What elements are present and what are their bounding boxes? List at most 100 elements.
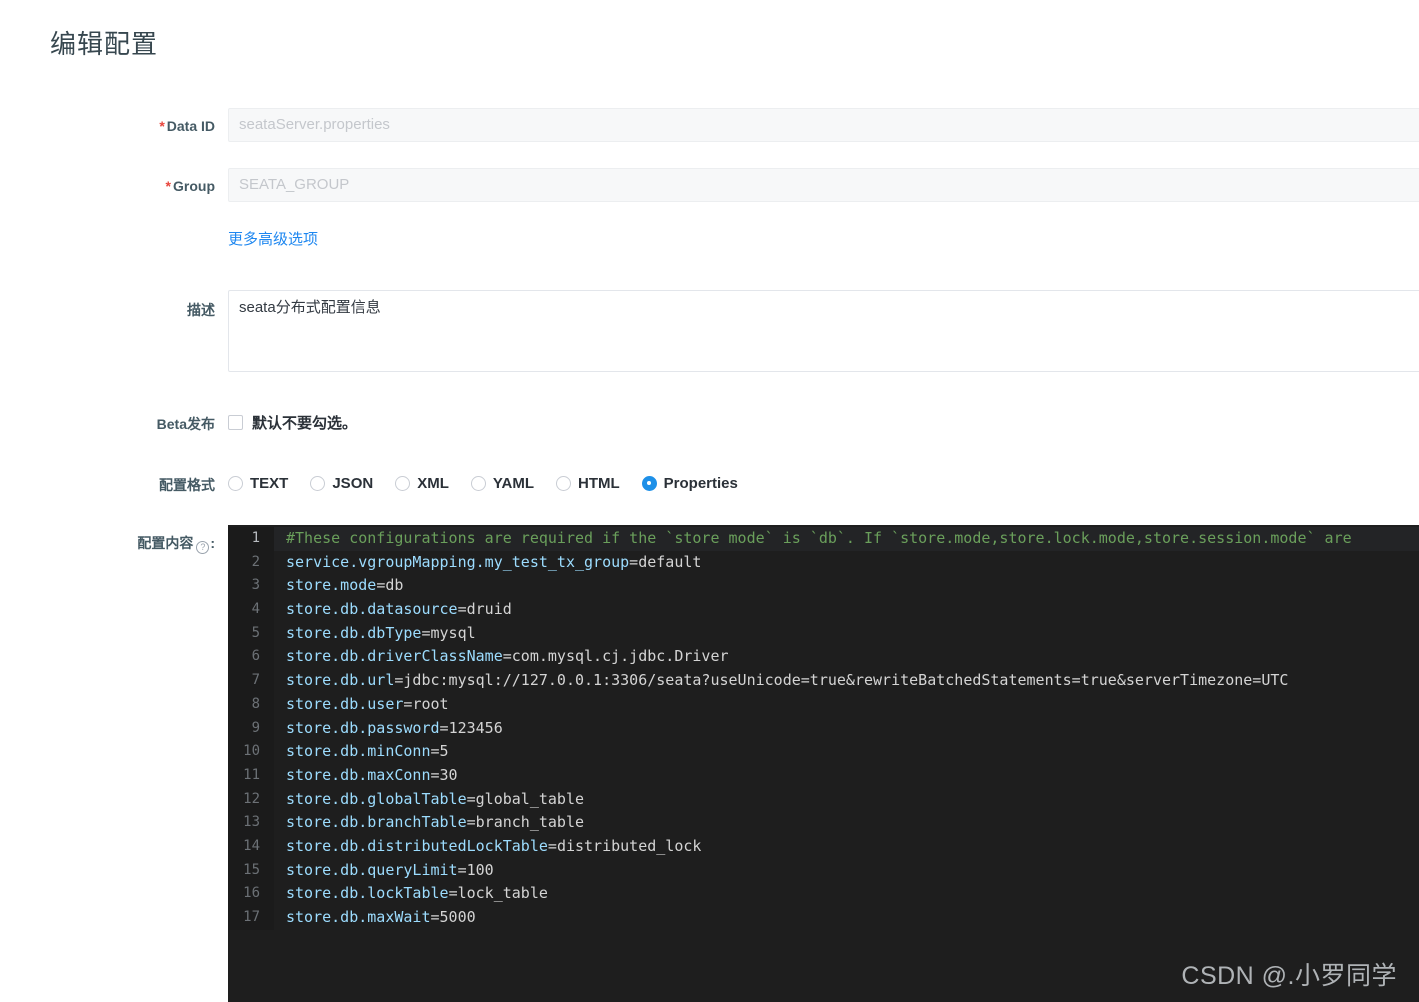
code-line[interactable]: 16 store.db.lockTable=lock_table: [228, 882, 1419, 906]
form-row-beta: Beta发布 默认不要勾选。: [0, 412, 1419, 434]
line-number: 15: [228, 858, 274, 883]
format-radio-json[interactable]: JSON: [310, 475, 373, 492]
code-key: service.vgroupMapping.my_test_tx_group: [286, 552, 630, 571]
line-number: 16: [228, 882, 274, 906]
code-equals: =: [448, 884, 458, 903]
code-line-text[interactable]: store.db.branchTable=branch_table: [274, 811, 584, 835]
code-line[interactable]: 4 store.db.datasource=druid: [228, 598, 1419, 622]
code-equals: =: [439, 718, 449, 737]
format-radio-properties[interactable]: Properties: [641, 474, 738, 492]
code-line-text[interactable]: store.db.maxWait=5000: [274, 906, 476, 930]
code-line-text[interactable]: store.db.password=123456: [274, 717, 503, 741]
line-number: 8: [228, 692, 274, 717]
format-radio-label: Properties: [663, 474, 738, 492]
code-line-text[interactable]: store.db.url=jdbc:mysql://127.0.0.1:3306…: [274, 669, 1288, 693]
code-value: db: [385, 576, 404, 595]
code-equals: =: [376, 576, 386, 595]
group-label-text: Group: [173, 178, 215, 194]
code-key: store.db.user: [286, 694, 404, 713]
beta-checkbox-wrap[interactable]: 默认不要勾选。: [228, 412, 1419, 432]
form-row-data-id: * Data ID seataServer.properties: [0, 108, 1419, 142]
code-line[interactable]: 14 store.db.distributedLockTable=distribu…: [228, 834, 1419, 859]
code-line[interactable]: 13 store.db.branchTable=branch_table: [228, 811, 1419, 835]
radio-dot-icon[interactable]: [395, 475, 411, 491]
code-lines[interactable]: 1 #These configurations are required if t…: [228, 525, 1419, 930]
beta-field-wrap: 默认不要勾选。: [228, 412, 1419, 432]
code-line-text[interactable]: store.db.distributedLockTable=distribute…: [274, 835, 701, 859]
code-line-text[interactable]: store.db.driverClassName=com.mysql.cj.jd…: [274, 645, 729, 669]
line-number: 13: [228, 811, 274, 835]
format-radio-label: JSON: [332, 474, 374, 492]
code-value: com.mysql.cj.jdbc.Driver: [511, 647, 729, 666]
code-line[interactable]: 12 store.db.globalTable=global_table: [228, 787, 1419, 812]
code-line-text[interactable]: store.db.user=root: [274, 693, 449, 717]
code-line[interactable]: 5 store.db.dbType=mysql: [228, 621, 1419, 646]
format-field-wrap: TEXT JSON XML YAML HTML Properties: [228, 473, 1419, 493]
code-line-text[interactable]: #These configurations are required if th…: [274, 527, 1352, 551]
code-line-text[interactable]: store.db.datasource=druid: [274, 598, 512, 622]
code-line[interactable]: 2 service.vgroupMapping.my_test_tx_group=…: [228, 550, 1419, 575]
code-line-text[interactable]: store.db.minConn=5: [274, 740, 449, 764]
group-input[interactable]: SEATA_GROUP: [228, 168, 1419, 202]
code-key: store.db.queryLimit: [286, 860, 458, 879]
code-line[interactable]: 15 store.db.queryLimit=100: [228, 858, 1419, 883]
radio-dot-icon[interactable]: [641, 475, 657, 491]
code-value: mysql: [430, 623, 476, 642]
code-line[interactable]: 1 #These configurations are required if t…: [228, 527, 1419, 551]
code-key: store.db.branchTable: [286, 813, 467, 832]
code-line[interactable]: 7 store.db.url=jdbc:mysql://127.0.0.1:330…: [228, 669, 1419, 693]
beta-label: Beta发布: [156, 416, 215, 432]
code-line[interactable]: 8 store.db.user=root: [228, 692, 1419, 717]
code-value: global_table: [475, 789, 585, 808]
beta-checkbox-label: 默认不要勾选。: [252, 414, 358, 432]
more-advanced-options-link[interactable]: 更多高级选项: [228, 230, 318, 250]
code-key: store.db.maxWait: [286, 908, 431, 926]
radio-dot-icon[interactable]: [310, 475, 326, 491]
code-line-text[interactable]: store.db.queryLimit=100: [274, 859, 494, 883]
code-line[interactable]: 10 store.db.minConn=5: [228, 740, 1419, 764]
code-line-text[interactable]: service.vgroupMapping.my_test_tx_group=d…: [274, 551, 701, 575]
code-line[interactable]: 11 store.db.maxConn=30: [228, 763, 1419, 788]
code-line-text[interactable]: store.db.globalTable=global_table: [274, 788, 584, 812]
question-circle-icon[interactable]: ?: [196, 541, 210, 554]
code-key: store.db.driverClassName: [286, 647, 503, 666]
format-radio-text[interactable]: TEXT: [228, 475, 288, 492]
line-number: 6: [228, 645, 274, 670]
config-format-radio-group[interactable]: TEXT JSON XML YAML HTML Properties: [228, 473, 1419, 493]
advanced-link-wrap: 更多高级选项: [228, 230, 1419, 250]
code-value: distributed_lock: [556, 836, 702, 855]
line-number: 5: [228, 621, 274, 646]
format-radio-html[interactable]: HTML: [556, 475, 620, 492]
code-line[interactable]: 3 store.mode=db: [228, 574, 1419, 599]
code-line-text[interactable]: store.mode=db: [274, 574, 403, 598]
format-radio-xml[interactable]: XML: [395, 475, 449, 492]
radio-dot-icon[interactable]: [470, 475, 486, 491]
config-content-editor[interactable]: 1 #These configurations are required if t…: [228, 525, 1419, 1002]
beta-checkbox[interactable]: [228, 414, 243, 430]
radio-dot-icon[interactable]: [556, 475, 571, 491]
code-equals: =: [430, 765, 440, 784]
line-number: 3: [228, 574, 274, 599]
code-value: 5: [439, 742, 449, 761]
code-line-text[interactable]: store.db.lockTable=lock_table: [274, 882, 548, 906]
code-line-text[interactable]: store.db.dbType=mysql: [274, 622, 476, 646]
code-value: branch_table: [475, 813, 585, 832]
data-id-input[interactable]: seataServer.properties: [228, 108, 1419, 142]
code-comment: #These configurations are required if th…: [286, 529, 1352, 547]
code-value: jdbc:mysql://127.0.0.1:3306/seata?useUni…: [403, 671, 1289, 690]
code-line[interactable]: 6 store.db.driverClassName=com.mysql.cj.j…: [228, 645, 1419, 670]
line-number: 4: [228, 598, 274, 622]
code-key: store.db.lockTable: [286, 884, 449, 903]
format-radio-yaml[interactable]: YAML: [470, 475, 534, 492]
description-textarea[interactable]: seata分布式配置信息: [228, 290, 1419, 372]
code-line[interactable]: 17 store.db.maxWait=5000: [228, 906, 1419, 930]
code-line[interactable]: 9 store.db.password=123456: [228, 716, 1419, 741]
line-number: 12: [228, 787, 274, 812]
radio-dot-icon[interactable]: [228, 475, 243, 491]
code-equals: =: [547, 836, 557, 855]
code-equals: =: [421, 623, 431, 642]
code-line-text[interactable]: store.db.maxConn=30: [274, 764, 458, 788]
code-equals: =: [466, 813, 476, 832]
code-value: 123456: [448, 718, 503, 737]
code-key: store.db.url: [286, 671, 395, 690]
